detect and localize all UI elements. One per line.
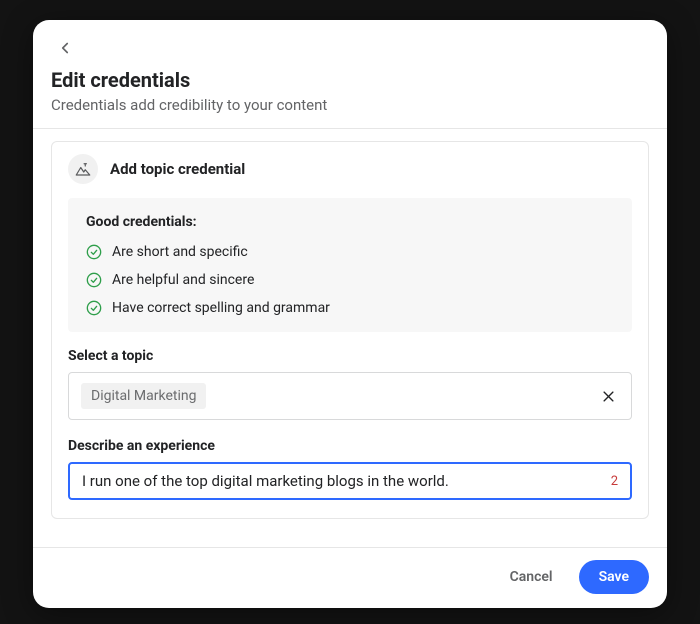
topic-label: Select a topic [68, 348, 632, 364]
check-circle-icon [86, 272, 102, 288]
tip-item: Are helpful and sincere [86, 272, 614, 288]
tips-box: Good credentials: Are short and specific… [68, 198, 632, 332]
topic-icon [68, 154, 98, 184]
topic-select[interactable]: Digital Marketing [68, 372, 632, 420]
modal-header: Edit credentials Credentials add credibi… [33, 20, 667, 129]
experience-label: Describe an experience [68, 438, 632, 454]
experience-field: Describe an experience 2 [68, 438, 632, 500]
edit-credentials-modal: Edit credentials Credentials add credibi… [33, 20, 667, 608]
clear-topic-button[interactable] [597, 385, 619, 407]
modal-body: Add topic credential Good credentials: A… [33, 129, 667, 547]
card-title: Add topic credential [110, 160, 245, 178]
check-circle-icon [86, 244, 102, 260]
credential-card: Add topic credential Good credentials: A… [51, 141, 649, 519]
cancel-button[interactable]: Cancel [490, 560, 573, 594]
tip-item: Have correct spelling and grammar [86, 300, 614, 316]
modal-subtitle: Credentials add credibility to your cont… [51, 96, 649, 114]
tip-item: Are short and specific [86, 244, 614, 260]
modal-footer: Cancel Save [33, 547, 667, 608]
tip-text: Are short and specific [112, 244, 248, 260]
check-circle-icon [86, 300, 102, 316]
card-header: Add topic credential [52, 142, 648, 194]
chevron-left-icon [56, 39, 74, 57]
tips-title: Good credentials: [86, 214, 614, 230]
modal-title: Edit credentials [51, 68, 649, 92]
save-button[interactable]: Save [579, 560, 649, 594]
close-icon [601, 389, 616, 404]
experience-input-wrap: 2 [68, 462, 632, 500]
tip-text: Have correct spelling and grammar [112, 300, 330, 316]
topic-field: Select a topic Digital Marketing [68, 348, 632, 420]
experience-input[interactable] [82, 472, 603, 490]
back-button[interactable] [51, 34, 79, 62]
topic-chip: Digital Marketing [81, 383, 206, 409]
char-counter: 2 [611, 474, 618, 489]
tip-text: Are helpful and sincere [112, 272, 254, 288]
